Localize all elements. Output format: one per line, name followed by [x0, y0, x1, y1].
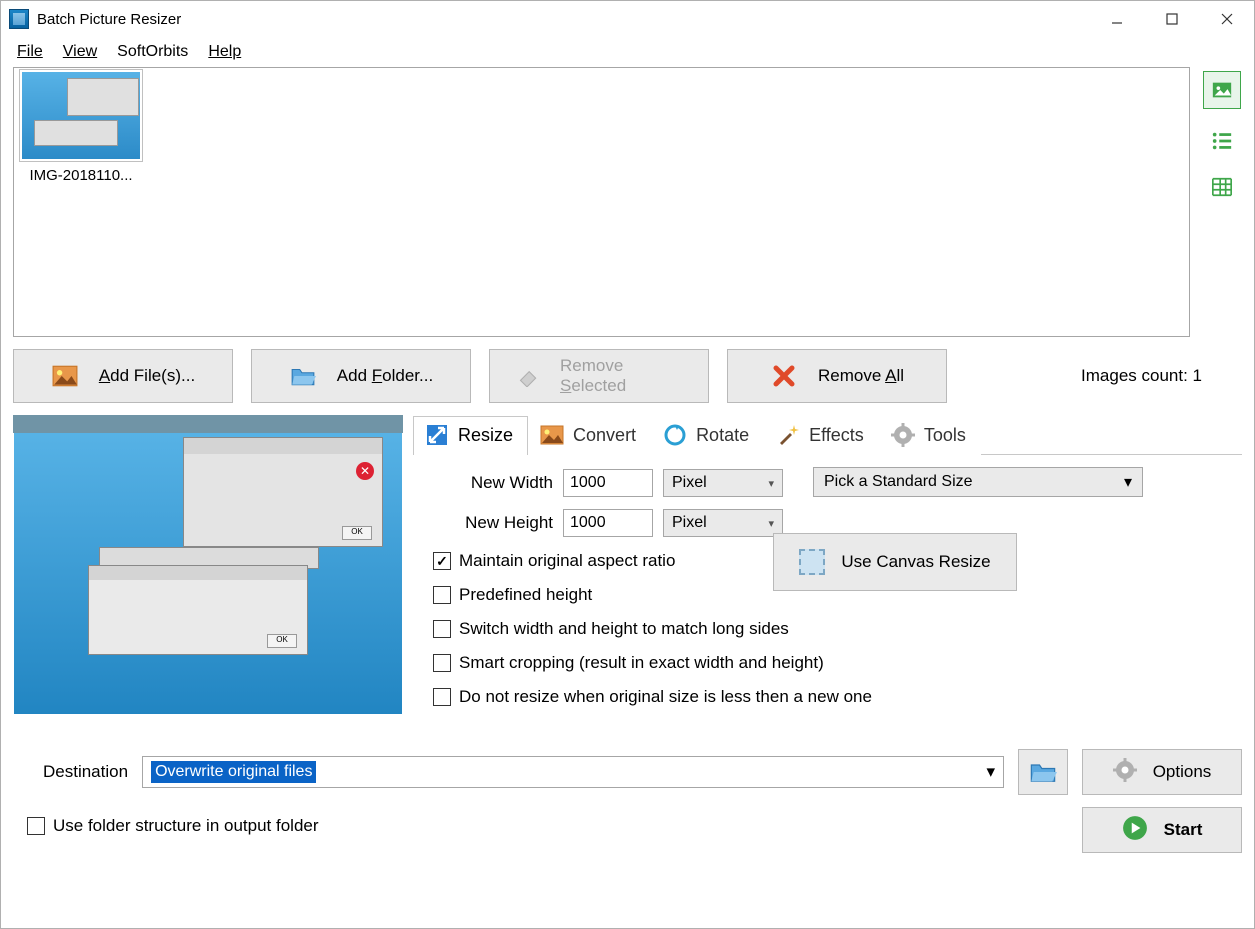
- predefined-height-label: Predefined height: [459, 585, 592, 605]
- add-files-label: Add File(s)...: [99, 366, 195, 386]
- aspect-ratio-checkbox[interactable]: [433, 552, 451, 570]
- maximize-button[interactable]: [1144, 1, 1199, 37]
- destination-label: Destination: [13, 762, 128, 782]
- folder-icon: [289, 364, 317, 388]
- app-icon: [9, 9, 29, 29]
- aspect-ratio-label: Maintain original aspect ratio: [459, 551, 675, 571]
- folder-structure-checkbox[interactable]: [27, 817, 45, 835]
- rotate-icon: [662, 423, 688, 447]
- chevron-down-icon: ▾: [1124, 472, 1132, 492]
- standard-size-combo[interactable]: Pick a Standard Size▾: [813, 467, 1143, 497]
- no-resize-label: Do not resize when original size is less…: [459, 687, 872, 707]
- thumbnail-image: [20, 70, 142, 161]
- side-toolbar: [1202, 67, 1242, 337]
- chevron-down-icon: ▾: [986, 762, 995, 782]
- remove-selected-label: Remove Selected: [560, 356, 684, 396]
- tab-convert-label: Convert: [573, 425, 636, 446]
- options-label: Options: [1153, 762, 1212, 782]
- smart-cropping-label: Smart cropping (result in exact width an…: [459, 653, 824, 673]
- tab-effects[interactable]: Effects: [764, 416, 879, 455]
- destination-value: Overwrite original files: [151, 761, 316, 783]
- new-height-label: New Height: [433, 513, 553, 533]
- tab-effects-label: Effects: [809, 425, 864, 446]
- menu-help[interactable]: Help: [198, 39, 251, 65]
- use-canvas-resize-label: Use Canvas Resize: [841, 552, 990, 572]
- tab-tools[interactable]: Tools: [879, 416, 981, 455]
- thumbnail-panel[interactable]: IMG-2018110...: [13, 67, 1190, 337]
- browse-destination-button[interactable]: [1018, 749, 1068, 795]
- new-width-input[interactable]: [563, 469, 653, 497]
- menu-bar: File View SoftOrbits Help: [1, 37, 1254, 67]
- folder-structure-label: Use folder structure in output folder: [53, 816, 319, 836]
- options-button[interactable]: Options: [1082, 749, 1242, 795]
- play-icon: [1122, 815, 1148, 846]
- add-folder-button[interactable]: Add Folder...: [251, 349, 471, 403]
- minimize-button[interactable]: [1089, 1, 1144, 37]
- view-details-button[interactable]: [1205, 173, 1239, 201]
- view-list-button[interactable]: [1205, 127, 1239, 155]
- tab-tools-label: Tools: [924, 425, 966, 446]
- preview-image: ✕OK OK: [13, 415, 403, 715]
- tab-rotate[interactable]: Rotate: [651, 416, 764, 455]
- thumbnail-label: IMG-2018110...: [16, 167, 146, 184]
- remove-all-label: Remove All: [818, 366, 904, 386]
- title-bar: Batch Picture Resizer: [1, 1, 1254, 37]
- height-unit-combo[interactable]: Pixel▾: [663, 509, 783, 537]
- image-icon: [51, 364, 79, 388]
- tab-convert[interactable]: Convert: [528, 416, 651, 455]
- menu-softorbits[interactable]: SoftOrbits: [107, 39, 198, 65]
- tab-resize-label: Resize: [458, 425, 513, 446]
- add-folder-label: Add Folder...: [337, 366, 433, 386]
- images-count: Images count: 1: [1081, 366, 1242, 386]
- eraser-icon: [514, 364, 540, 388]
- use-canvas-resize-button[interactable]: Use Canvas Resize: [773, 533, 1017, 591]
- thumbnail-item[interactable]: IMG-2018110...: [16, 70, 146, 184]
- remove-selected-button[interactable]: Remove Selected: [489, 349, 709, 403]
- x-icon: [770, 364, 798, 388]
- preview-panel: ✕OK OK: [13, 415, 403, 729]
- chevron-down-icon: ▾: [768, 517, 774, 530]
- start-label: Start: [1164, 820, 1203, 840]
- close-button[interactable]: [1199, 1, 1254, 37]
- switch-wh-checkbox[interactable]: [433, 620, 451, 638]
- new-width-label: New Width: [433, 473, 553, 493]
- menu-file[interactable]: File: [7, 39, 53, 65]
- tab-resize[interactable]: Resize: [413, 416, 528, 455]
- window-title: Batch Picture Resizer: [37, 11, 181, 28]
- smart-cropping-checkbox[interactable]: [433, 654, 451, 672]
- width-unit-combo[interactable]: Pixel▾: [663, 469, 783, 497]
- destination-combo[interactable]: Overwrite original files ▾: [142, 756, 1004, 788]
- gear-icon: [890, 423, 916, 447]
- new-height-input[interactable]: [563, 509, 653, 537]
- effects-icon: [775, 423, 801, 447]
- tab-strip: Resize Convert Rotate Effects Tools: [413, 415, 1242, 455]
- canvas-icon: [799, 549, 825, 575]
- window-controls: [1089, 1, 1254, 37]
- start-button[interactable]: Start: [1082, 807, 1242, 853]
- predefined-height-checkbox[interactable]: [433, 586, 451, 604]
- add-files-button[interactable]: Add File(s)...: [13, 349, 233, 403]
- no-resize-checkbox[interactable]: [433, 688, 451, 706]
- view-thumbnails-button[interactable]: [1203, 71, 1241, 109]
- tab-rotate-label: Rotate: [696, 425, 749, 446]
- resize-icon: [424, 423, 450, 447]
- chevron-down-icon: ▾: [768, 477, 774, 490]
- convert-icon: [539, 423, 565, 447]
- menu-view[interactable]: View: [53, 39, 107, 65]
- folder-open-icon: [1029, 760, 1057, 784]
- gear-icon: [1113, 758, 1137, 787]
- remove-all-button[interactable]: Remove All: [727, 349, 947, 403]
- resize-tab-body: New Width Pixel▾ New Height Pixel▾ Pick …: [413, 455, 1242, 729]
- switch-wh-label: Switch width and height to match long si…: [459, 619, 789, 639]
